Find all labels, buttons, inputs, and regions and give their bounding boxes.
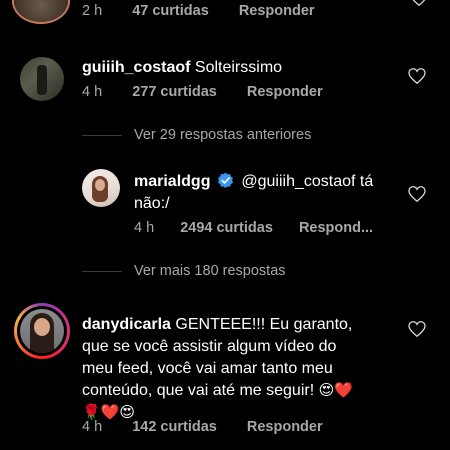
comment-time: 4 h	[82, 84, 103, 100]
likes-count[interactable]: 2494 curtidas	[180, 220, 273, 236]
avatar-danydicarla[interactable]	[14, 303, 70, 359]
comment-username[interactable]: danydicarla	[82, 316, 171, 333]
reply-button[interactable]: Responder	[239, 3, 315, 19]
reply-username[interactable]: marialdgg	[134, 173, 210, 190]
reply-button[interactable]: Responder	[247, 84, 323, 100]
likes-count[interactable]: 142 curtidas	[132, 419, 217, 435]
reply-marialdgg-line1: marialdgg @guiiih_costaof tá	[134, 171, 373, 193]
heart-icon[interactable]	[408, 186, 426, 202]
comment-time: 2 h	[82, 3, 103, 19]
heart-icon[interactable]	[408, 321, 426, 337]
comment-text-line: conteúdo, que vai até me seguir!	[82, 382, 315, 399]
comment-guiiih-costaof: guiiih_costaof Solteirssimo	[82, 57, 282, 79]
comment-danydicarla: danydicarla GENTEEE!!! Eu garanto, que s…	[82, 314, 392, 424]
avatar-top-commenter[interactable]	[12, 0, 70, 24]
reply-button[interactable]: Responder	[247, 419, 323, 435]
likes-count[interactable]: 47 curtidas	[132, 3, 209, 19]
view-more-replies[interactable]: Ver mais 180 respostas	[134, 263, 286, 279]
reply-time: 4 h	[134, 220, 155, 236]
comment-text-line: GENTEEE!!! Eu garanto,	[175, 316, 353, 333]
comment-text-line: meu feed, você vai amar tanto meu	[82, 360, 333, 377]
comment-text-line: que se você assistir algum vídeo do	[82, 338, 337, 355]
comment-meta: 4 h 142 curtidas Responder	[82, 419, 323, 435]
avatar-marialdgg[interactable]	[82, 169, 120, 207]
comment-text: Solteirssimo	[194, 59, 283, 76]
reply-meta: 4 h 2494 curtidas Respond...	[134, 220, 373, 236]
heart-eyes-emoji: 😍❤️	[318, 382, 353, 399]
likes-count[interactable]: 277 curtidas	[132, 84, 217, 100]
reply-button[interactable]: Respond...	[299, 220, 373, 236]
comment-top-meta: 2 h 47 curtidas Responder	[82, 3, 315, 19]
comment-meta: 4 h 277 curtidas Responder	[82, 84, 323, 100]
heart-icon[interactable]	[410, 0, 428, 6]
verified-badge-icon	[217, 172, 233, 188]
reply-marialdgg-line2: não:/	[134, 195, 170, 212]
reply-text: @guiiih_costaof tá	[241, 173, 374, 190]
heart-icon[interactable]	[408, 68, 426, 84]
avatar-guiiih-costaof[interactable]	[20, 57, 64, 101]
comment-username[interactable]: guiiih_costaof	[82, 59, 190, 76]
view-previous-replies[interactable]: Ver 29 respostas anteriores	[134, 127, 311, 143]
divider	[82, 135, 122, 136]
divider	[82, 271, 122, 272]
comment-time: 4 h	[82, 419, 103, 435]
